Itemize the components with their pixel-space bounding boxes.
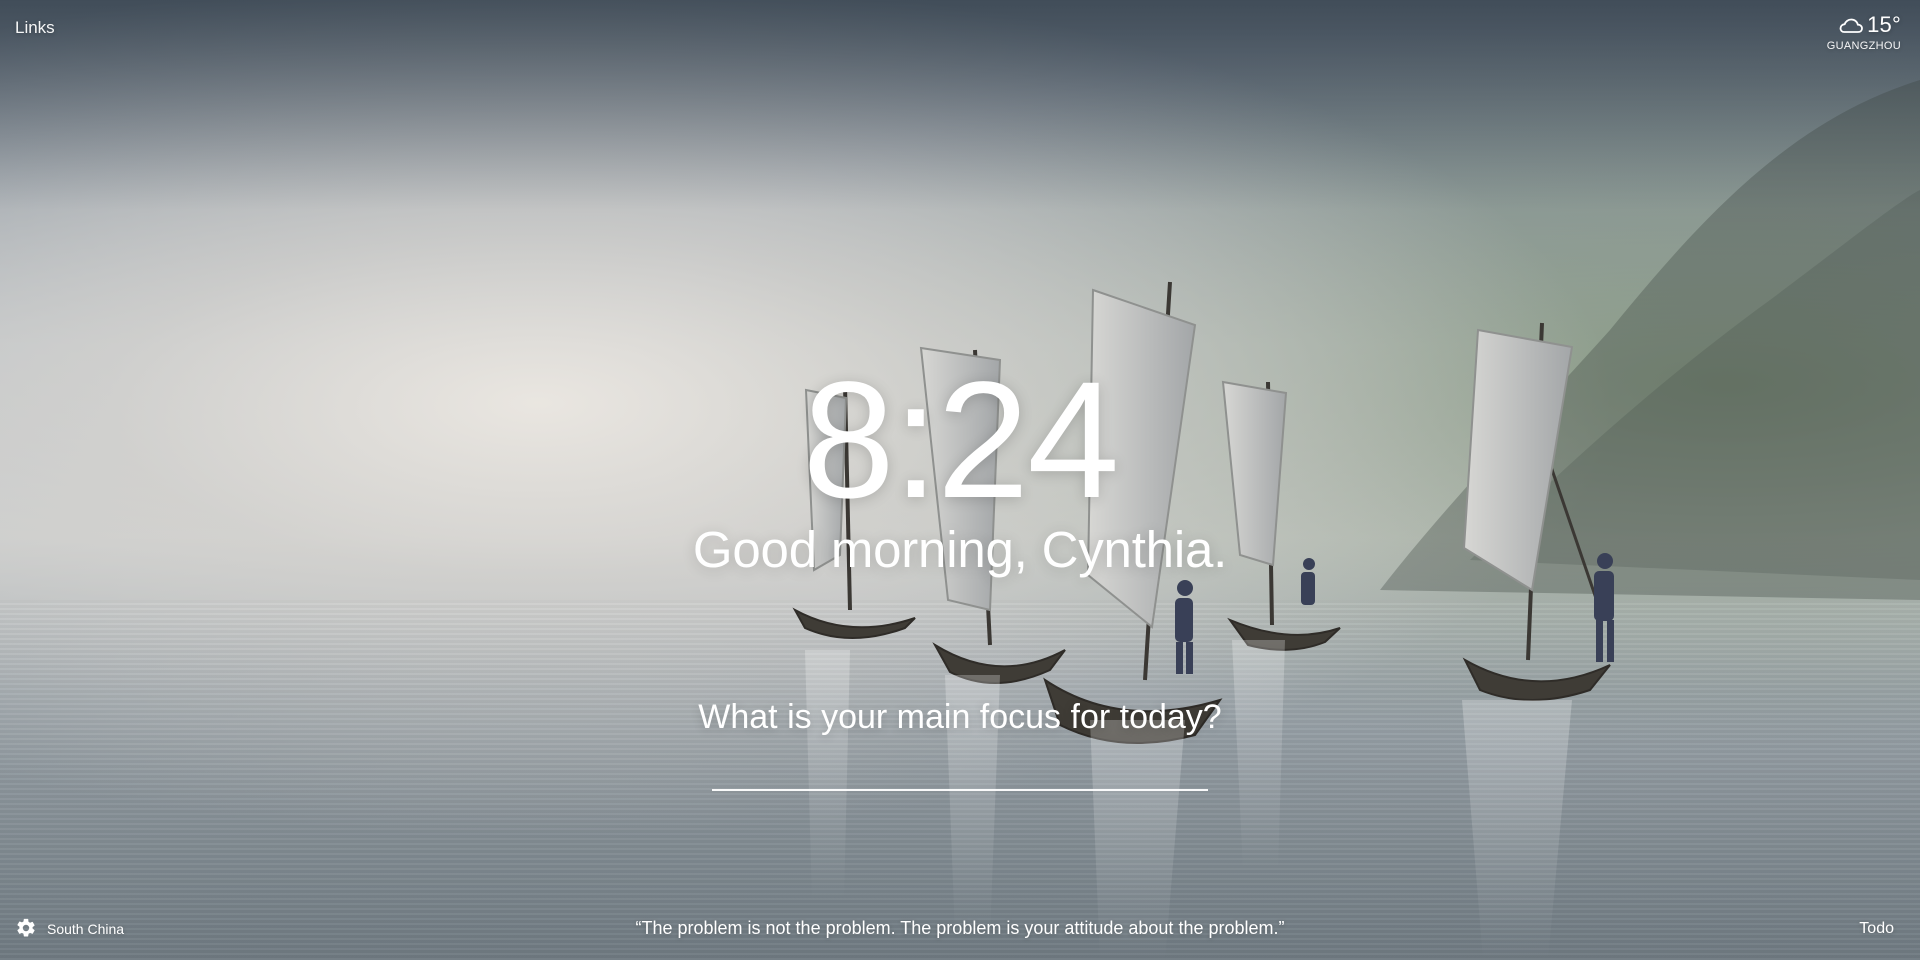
links-link[interactable]: Links xyxy=(15,18,55,38)
focus-input[interactable] xyxy=(712,747,1208,789)
clock-time: 8:24 xyxy=(802,348,1119,533)
focus-input-container xyxy=(712,747,1208,791)
weather-temperature: 15° xyxy=(1867,11,1901,37)
cloud-icon xyxy=(1839,16,1864,34)
todo-button[interactable]: Todo xyxy=(1859,919,1894,939)
main-center: 8:24 Good morning, Cynthia. xyxy=(0,348,1920,578)
greeting-text: Good morning, Cynthia. xyxy=(692,521,1228,578)
daily-quote: “The problem is not the problem. The pro… xyxy=(635,918,1285,938)
weather-city: GUANGZHOU xyxy=(1826,40,1901,52)
focus-prompt: What is your main focus for today? xyxy=(698,698,1222,736)
weather-widget[interactable]: 15° GUANGZHOU xyxy=(1791,12,1901,52)
